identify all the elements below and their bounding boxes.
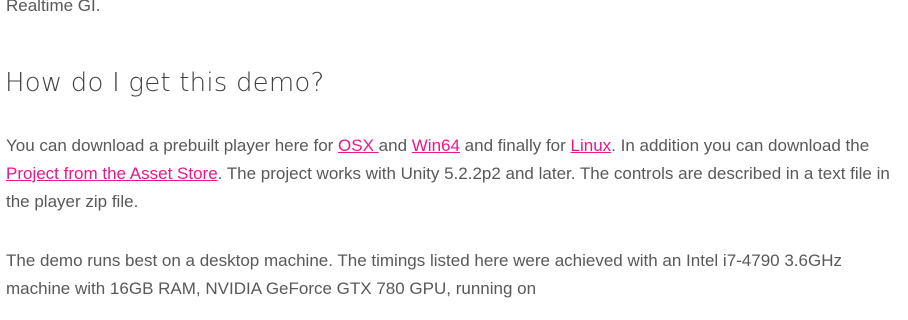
paragraph-text: and finally for [459, 136, 571, 155]
previous-paragraph-tail: Realtime GI. [6, 0, 101, 15]
linux-download-link[interactable]: Linux [571, 136, 612, 155]
hardware-paragraph: The demo runs best on a desktop machine.… [6, 251, 842, 298]
paragraph-text: and [378, 136, 412, 155]
download-paragraph: You can download a prebuilt player here … [6, 132, 901, 216]
paragraph-text: . In addition you can download the [611, 136, 870, 155]
paragraph-text: You can download a prebuilt player here … [6, 136, 339, 155]
article-content: Realtime GI. How do I get this demo? You… [0, 0, 908, 320]
asset-store-project-link[interactable]: Project from the Asset Store [6, 164, 218, 183]
osx-download-link[interactable]: OSX [338, 136, 379, 155]
section-heading: How do I get this demo? [5, 68, 325, 98]
win64-download-link[interactable]: Win64 [412, 136, 460, 155]
